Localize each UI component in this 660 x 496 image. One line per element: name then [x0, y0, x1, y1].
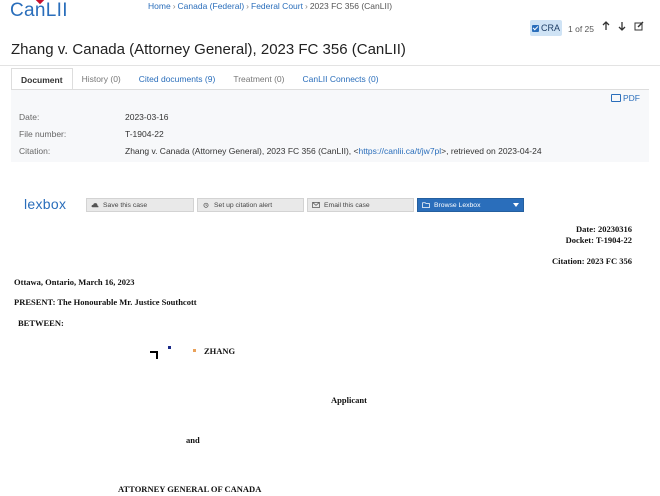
citation-prefix: Zhang v. Canada (Attorney General), 2023…: [125, 146, 359, 156]
date-label: Date:: [19, 112, 40, 122]
arrow-up-icon: [602, 21, 610, 30]
tab-treatment[interactable]: Treatment (0): [224, 68, 293, 90]
tab-canlii-connects[interactable]: CanLII Connects (0): [293, 68, 387, 90]
decision-citation: Citation: 2023 FC 356: [551, 256, 632, 266]
citation-url-link[interactable]: https://canlii.ca/t/jw7pl: [358, 146, 441, 156]
page-title: Zhang v. Canada (Attorney General), 2023…: [11, 41, 406, 58]
cloud-icon: [91, 203, 99, 208]
tab-cited-documents[interactable]: Cited documents (9): [130, 68, 225, 90]
folder-icon: [422, 202, 430, 208]
browse-lexbox-inner: Browse Lexbox: [422, 202, 480, 209]
caret-down-icon: [513, 203, 519, 207]
citation-alert-label: Set up citation alert: [214, 201, 273, 209]
previous-result-button[interactable]: [600, 21, 612, 34]
respondent-name: ATTORNEY GENERAL OF CANADA: [118, 484, 262, 494]
edit-note-button[interactable]: [633, 21, 645, 34]
breadcrumb-federal-court[interactable]: Federal Court: [251, 1, 303, 11]
decision-date: Date: 20230316: [576, 224, 632, 234]
tab-history[interactable]: History (0): [73, 68, 130, 90]
lexbox-logo: lexbox: [24, 196, 67, 212]
breadcrumb-current: 2023 FC 356 (CanLII): [309, 1, 393, 11]
alarm-clock-icon: [203, 202, 209, 208]
file-number-value: T-1904-22: [125, 129, 164, 139]
between-label: BETWEEN:: [18, 318, 64, 328]
arrow-down-icon: [618, 22, 626, 31]
email-case-button[interactable]: Email this case: [307, 198, 414, 212]
citation-value: Zhang v. Canada (Attorney General), 2023…: [125, 146, 542, 156]
citation-alert-button[interactable]: Set up citation alert: [197, 198, 304, 212]
citation-label: Citation:: [19, 146, 51, 156]
applicant-name: ZHANG: [204, 346, 236, 356]
breadcrumb: Home › Canada (Federal) › Federal Court › 2023…: [148, 1, 393, 11]
redaction-dot-2: [193, 349, 196, 352]
pdf-label: PDF: [623, 93, 640, 103]
breadcrumb-home[interactable]: Home: [148, 1, 171, 11]
divider: [0, 65, 660, 66]
citation-suffix: >, retrieved on 2023-04-24: [441, 146, 542, 156]
place-and-date: Ottawa, Ontario, March 16, 2023: [14, 277, 135, 287]
browse-lexbox-label: Browse Lexbox: [434, 201, 481, 209]
printer-icon: [611, 94, 621, 102]
canlii-logo[interactable]: CanLII: [10, 0, 68, 22]
present-judge: PRESENT: The Honourable Mr. Justice Sout…: [14, 297, 197, 307]
result-count: 1 of 25: [568, 24, 594, 34]
envelope-icon: [312, 202, 320, 208]
document-tabs: Document History (0) Cited documents (9)…: [11, 68, 388, 91]
applicant-role: Applicant: [331, 395, 367, 405]
tab-document[interactable]: Document: [11, 68, 73, 91]
email-case-label: Email this case: [324, 201, 370, 209]
next-result-button[interactable]: [616, 21, 628, 34]
browse-lexbox-dropdown[interactable]: Browse Lexbox: [417, 198, 524, 212]
date-value: 2023-03-16: [125, 112, 169, 122]
redaction-dot: [168, 346, 171, 349]
redaction-mark: [150, 346, 160, 359]
edit-icon: [634, 21, 644, 31]
cra-label: CRA: [540, 23, 560, 33]
pdf-link[interactable]: PDF: [611, 93, 640, 103]
decision-docket: Docket: T-1904-22: [565, 235, 632, 245]
file-number-label: File number:: [19, 129, 67, 139]
and-separator: and: [186, 435, 200, 445]
cra-filter-toggle[interactable]: CRA: [530, 20, 562, 36]
breadcrumb-canada-federal[interactable]: Canada (Federal): [178, 1, 245, 11]
save-case-button[interactable]: Save this case: [86, 198, 194, 212]
save-case-label: Save this case: [103, 201, 148, 209]
checkbox-checked-icon: [531, 24, 539, 32]
